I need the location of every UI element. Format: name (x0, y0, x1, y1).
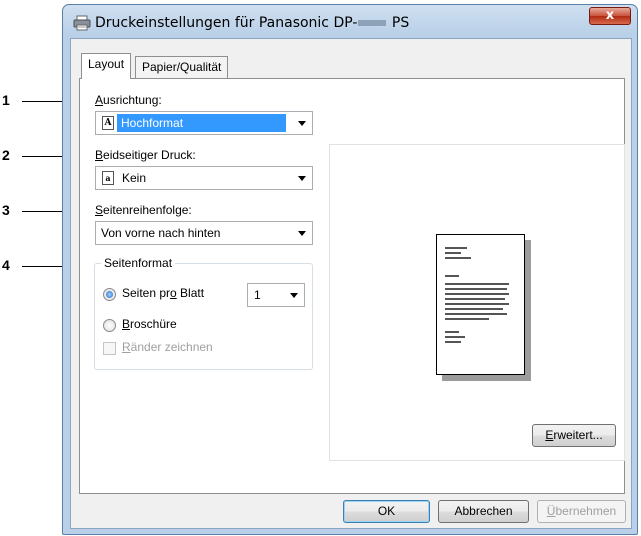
callout-number-3: 3 (2, 202, 10, 218)
preview-text-line (445, 308, 503, 310)
orientation-value: Hochformat (117, 114, 286, 132)
booklet-label-text: roschüre (130, 317, 177, 331)
layout-tab-panel: Ausrichtung: A Hochformat Beidseitiger D… (79, 78, 625, 494)
pages-per-sheet-label: Seiten pro Blatt (122, 286, 204, 300)
preview-text-line (445, 247, 467, 249)
page-order-label-text: eitenreihenfolge: (103, 203, 192, 217)
preview-text-line (445, 283, 509, 285)
callout-number-4: 4 (2, 257, 10, 273)
draw-borders-checkbox[interactable] (103, 342, 116, 355)
close-button[interactable]: x (589, 7, 631, 25)
duplex-combobox[interactable]: a Kein (95, 166, 313, 190)
layout-preview (329, 144, 625, 461)
pages-per-sheet-combobox[interactable]: 1 (247, 283, 305, 307)
page-order-value: Von vorne nach hinten (101, 226, 221, 240)
dialog-body: Layout Papier/Qualität Ausrichtung: A Ho… (70, 38, 632, 529)
preview-text-line (445, 336, 465, 338)
pages-per-sheet-label-a: Seiten pr (122, 286, 171, 300)
preview-text-line (445, 318, 489, 320)
page-icon: a (102, 171, 114, 185)
page-format-group-label: Seitenformat (104, 256, 173, 270)
chevron-down-icon[interactable] (290, 293, 298, 298)
orientation-combobox[interactable]: A Hochformat (95, 111, 313, 135)
preview-text-line (445, 331, 459, 333)
preview-text-line (445, 313, 507, 315)
preview-text-line (445, 298, 505, 300)
print-settings-dialog: Druckeinstellungen für Panasonic DP- PS … (62, 4, 638, 535)
tab-paper-quality[interactable]: Papier/Qualität (135, 56, 229, 78)
window-title-suffix: PS (387, 15, 410, 31)
duplex-label-accesskey: B (95, 148, 104, 162)
advanced-button-label: rweitert... (553, 428, 603, 442)
ok-button[interactable]: OK (343, 500, 430, 523)
advanced-button[interactable]: Erweitert... (532, 424, 616, 447)
preview-text-line (445, 293, 509, 295)
title-bar[interactable]: Druckeinstellungen für Panasonic DP- PS … (63, 5, 637, 39)
preview-page (436, 234, 525, 375)
booklet-label: Broschüre (122, 317, 177, 331)
window-title-prefix: Druckeinstellungen für Panasonic DP- (95, 15, 358, 31)
window-title: Druckeinstellungen für Panasonic DP- PS (95, 15, 409, 31)
tab-layout[interactable]: Layout (81, 53, 132, 79)
printer-icon (73, 15, 91, 31)
duplex-label-text: eidseitiger Druck: (103, 148, 196, 162)
callout-number-1: 1 (2, 92, 10, 108)
orientation-label: Ausrichtung: (95, 93, 162, 107)
chevron-down-icon[interactable] (298, 176, 306, 181)
booklet-radio[interactable] (103, 319, 116, 332)
pages-per-sheet-label-b: Blatt (176, 286, 205, 300)
page-order-label-accesskey: S (95, 203, 104, 217)
duplex-label: Beidseitiger Druck: (95, 148, 196, 162)
preview-text-line (445, 252, 461, 254)
booklet-label-accesskey: B (122, 317, 131, 331)
page-order-label: Seitenreihenfolge: (95, 203, 192, 217)
redacted-model-mark (358, 20, 387, 26)
pages-per-sheet-radio[interactable] (103, 288, 116, 301)
preview-text-line (445, 288, 507, 290)
draw-borders-label-text: änder zeichnen (130, 340, 213, 354)
preview-text-line (445, 257, 471, 259)
callout-number-2: 2 (2, 147, 10, 163)
orientation-label-accesskey: A (95, 93, 104, 107)
pages-per-sheet-label-accesskey: o (170, 286, 177, 300)
orientation-label-text: usrichtung: (103, 93, 162, 107)
preview-text-line (445, 341, 461, 343)
draw-borders-label: Ränder zeichnen (122, 340, 213, 354)
chevron-down-icon[interactable] (298, 231, 306, 236)
preview-text-line (445, 275, 459, 277)
page-order-combobox[interactable]: Von vorne nach hinten (95, 221, 313, 245)
apply-button-label: bernehmen (555, 504, 617, 518)
chevron-down-icon[interactable] (298, 121, 306, 126)
cancel-button[interactable]: Abbrechen (438, 500, 529, 523)
draw-borders-label-accesskey: R (122, 340, 131, 354)
duplex-value: Kein (122, 171, 147, 185)
preview-text-line (445, 303, 509, 305)
pages-per-sheet-value: 1 (254, 288, 261, 302)
portrait-page-icon: A (102, 116, 114, 130)
apply-button[interactable]: Übernehmen (537, 500, 626, 523)
